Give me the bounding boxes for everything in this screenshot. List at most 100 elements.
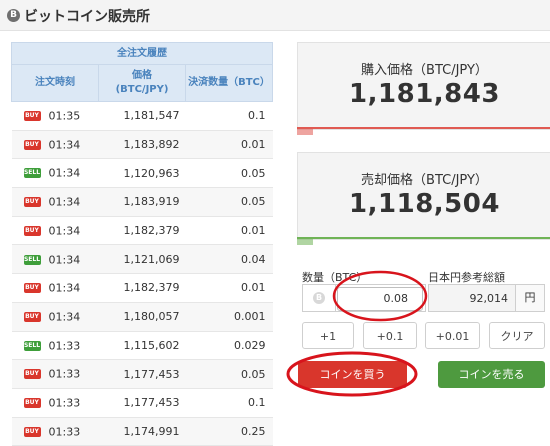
- row-time: 01:33: [48, 367, 81, 381]
- row-time: 01:34: [48, 224, 81, 238]
- row-amount: 0.05: [185, 158, 273, 189]
- row-time: 01:34: [48, 166, 81, 180]
- row-time: 01:33: [48, 425, 81, 439]
- table-row: BUY 01:34 1,180,057 0.001: [11, 302, 273, 332]
- column-header-price: 価格 (BTC/JPY): [98, 64, 186, 102]
- buy-coin-button[interactable]: コインを買う: [298, 361, 407, 388]
- sell-price-bar: [297, 237, 550, 239]
- buy-price-bar: [297, 127, 550, 129]
- buy-price-label: 購入価格（BTC/JPY）: [361, 63, 488, 78]
- row-time-cell: BUY 01:34: [11, 302, 99, 332]
- table-row: BUY 01:33 1,174,991 0.25: [11, 417, 273, 446]
- sell-price-value: 1,118,504: [349, 189, 500, 219]
- page-title: ビットコイン販売所: [24, 9, 150, 25]
- jpy-total-label: 日本円参考総額: [428, 271, 505, 284]
- buy-badge: BUY: [23, 197, 41, 208]
- page-header: B ビットコイン販売所: [0, 0, 550, 31]
- row-time: 01:33: [48, 396, 81, 410]
- buy-badge: BUY: [23, 369, 41, 380]
- row-time: 01:34: [48, 138, 81, 152]
- row-time: 01:35: [48, 109, 81, 123]
- row-amount: 0.01: [185, 216, 273, 246]
- sell-coin-button[interactable]: コインを売る: [438, 361, 545, 388]
- row-price: 1,177,453: [98, 388, 186, 418]
- buy-badge: BUY: [23, 225, 41, 236]
- row-price: 1,177,453: [98, 359, 186, 389]
- buy-badge: BUY: [23, 397, 41, 408]
- amount-input-value: 0.08: [383, 292, 409, 305]
- sell-price-indicator: [297, 239, 313, 245]
- sell-badge: SELL: [23, 340, 41, 351]
- row-price: 1,174,991: [98, 417, 186, 446]
- row-amount: 0.05: [185, 187, 273, 217]
- sell-price-label: 売却価格（BTC/JPY）: [361, 173, 488, 188]
- row-price: 1,120,963: [98, 158, 186, 189]
- buy-badge: BUY: [23, 311, 41, 322]
- buy-badge: BUY: [23, 426, 41, 437]
- row-time-cell: BUY 01:33: [11, 417, 99, 446]
- plus-1-button[interactable]: +1: [302, 322, 354, 349]
- buy-badge: BUY: [23, 111, 41, 122]
- table-row: BUY 01:35 1,181,547 0.1: [11, 101, 273, 131]
- column-header-time: 注文時刻: [11, 64, 99, 102]
- row-amount: 0.1: [185, 388, 273, 418]
- table-row: BUY 01:34 1,183,919 0.05: [11, 187, 273, 217]
- row-time-cell: BUY 01:34: [11, 216, 99, 246]
- row-price: 1,182,379: [98, 273, 186, 303]
- row-amount: 0.001: [185, 302, 273, 332]
- buy-badge: BUY: [23, 283, 41, 294]
- row-time-cell: BUY 01:33: [11, 359, 99, 389]
- table-row: BUY 01:34 1,182,379 0.01: [11, 216, 273, 246]
- amount-label: 数量（BTC）: [302, 271, 368, 284]
- jpy-unit: 円: [515, 285, 544, 311]
- table-row: SELL 01:34 1,120,963 0.05: [11, 158, 273, 189]
- table-row: SELL 01:34 1,121,069 0.04: [11, 244, 273, 275]
- row-price: 1,182,379: [98, 216, 186, 246]
- buy-price-panel: 購入価格（BTC/JPY） 1,181,843: [297, 42, 550, 130]
- row-time-cell: BUY 01:34: [11, 187, 99, 217]
- plus-0-01-button[interactable]: +0.01: [425, 322, 480, 349]
- row-amount: 0.04: [185, 244, 273, 275]
- table-row: BUY 01:33 1,177,453 0.1: [11, 388, 273, 418]
- column-header-amount: 決済数量（BTC）: [185, 64, 273, 102]
- row-time: 01:34: [48, 281, 81, 295]
- sell-price-panel: 売却価格（BTC/JPY） 1,118,504: [297, 152, 550, 240]
- row-time-cell: SELL 01:33: [11, 331, 99, 361]
- jpy-total-field: 92,014 円: [428, 284, 545, 312]
- order-history-table: 全注文履歴 注文時刻 価格 (BTC/JPY) 決済数量（BTC） BUY 01:3…: [11, 42, 273, 446]
- buy-price-indicator: [297, 129, 313, 135]
- table-row: BUY 01:34 1,183,892 0.01: [11, 130, 273, 160]
- jpy-total-value: 92,014: [469, 292, 509, 305]
- row-time-cell: BUY 01:34: [11, 273, 99, 303]
- row-amount: 0.25: [185, 417, 273, 446]
- row-price: 1,121,069: [98, 244, 186, 275]
- row-time: 01:34: [48, 253, 81, 267]
- row-time-cell: BUY 01:33: [11, 388, 99, 418]
- plus-0-1-button[interactable]: +0.1: [363, 322, 417, 349]
- row-price: 1,181,547: [98, 101, 186, 131]
- bitcoin-coin-icon: B: [313, 292, 325, 304]
- amount-input[interactable]: 0.08: [337, 287, 423, 311]
- row-time: 01:34: [48, 310, 81, 324]
- row-time: 01:34: [48, 195, 81, 209]
- buy-badge: BUY: [23, 139, 41, 150]
- row-amount: 0.05: [185, 359, 273, 389]
- row-price: 1,180,057: [98, 302, 186, 332]
- row-time-cell: SELL 01:34: [11, 244, 99, 275]
- row-amount: 0.1: [185, 101, 273, 131]
- clear-button[interactable]: クリア: [489, 322, 545, 349]
- buy-price-value: 1,181,843: [349, 79, 500, 109]
- row-time-cell: BUY 01:35: [11, 101, 99, 131]
- sell-badge: SELL: [23, 168, 41, 179]
- row-price: 1,115,602: [98, 331, 186, 361]
- row-price: 1,183,892: [98, 130, 186, 160]
- row-amount: 0.029: [185, 331, 273, 361]
- table-row: BUY 01:34 1,182,379 0.01: [11, 273, 273, 303]
- table-row: BUY 01:33 1,177,453 0.05: [11, 359, 273, 389]
- row-time-cell: BUY 01:34: [11, 130, 99, 160]
- row-amount: 0.01: [185, 273, 273, 303]
- order-history-caption: 全注文履歴: [11, 42, 273, 65]
- bitcoin-logo-icon: B: [7, 9, 20, 22]
- row-time-cell: SELL 01:34: [11, 158, 99, 189]
- row-time: 01:33: [48, 339, 81, 353]
